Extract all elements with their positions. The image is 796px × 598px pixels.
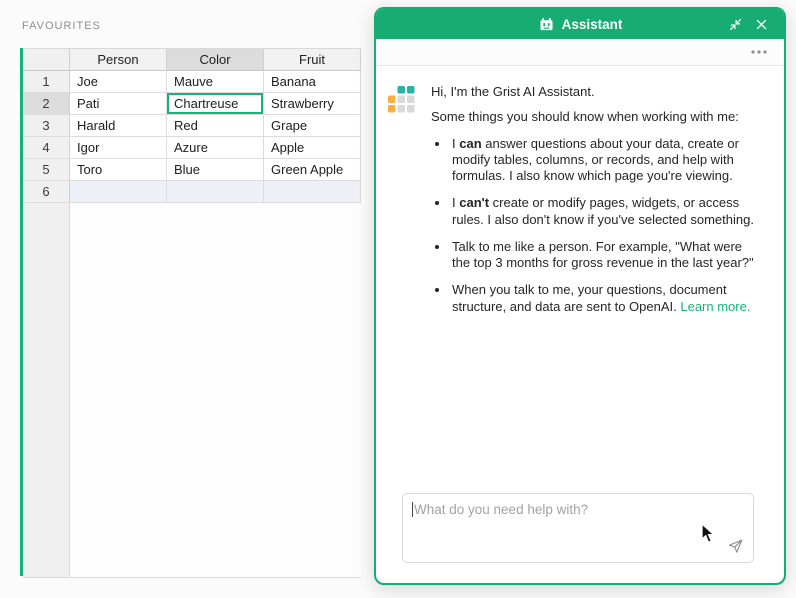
bullet-talk: Talk to me like a person. For example, "… (450, 239, 763, 272)
send-icon[interactable] (726, 537, 744, 555)
assistant-conversation: Hi, I'm the Grist AI Assistant. Some thi… (376, 66, 784, 583)
row-number[interactable]: 4 (23, 137, 70, 158)
column-header-color[interactable]: Color (167, 49, 264, 70)
cell-person[interactable] (70, 181, 167, 202)
bullet-bold: can't (459, 195, 490, 211)
intro-text: Some things you should know when working… (431, 109, 739, 125)
cell-fruit[interactable]: Green Apple (264, 159, 361, 180)
grid-left-accent-bar (20, 48, 23, 576)
grid-empty-area (23, 203, 361, 578)
corner-cell[interactable] (23, 49, 70, 70)
assistant-toolbar (376, 39, 784, 66)
cell-person[interactable]: Joe (70, 71, 167, 92)
text-caret (412, 502, 413, 517)
bullet-text: Talk to me like a person. For example, "… (452, 238, 754, 270)
bullet-openai: When you talk to me, your questions, doc… (450, 282, 763, 315)
cell-fruit[interactable]: Banana (264, 71, 361, 92)
view-title: FAVOURITES (22, 20, 101, 32)
row-number[interactable]: 6 (23, 181, 70, 202)
bullet-bold: can (459, 135, 482, 151)
collapse-icon[interactable] (724, 9, 746, 39)
assistant-header: Assistant (376, 9, 784, 39)
grist-logo (388, 86, 415, 326)
robot-icon (538, 16, 555, 33)
assistant-message-text: Hi, I'm the Grist AI Assistant. Some thi… (431, 84, 763, 326)
row-number[interactable]: 2 (23, 93, 70, 114)
bullet-text: answer questions about your data, create… (452, 135, 739, 184)
cell-fruit[interactable] (264, 181, 361, 202)
row-number[interactable]: 1 (23, 71, 70, 92)
greeting-text: Hi, I'm the Grist AI Assistant. (431, 84, 595, 99)
cell-fruit[interactable]: Apple (264, 137, 361, 158)
kebab-menu-icon[interactable] (750, 49, 768, 55)
cell-person[interactable]: Pati (70, 93, 167, 114)
selected-cell[interactable]: Chartreuse (167, 93, 264, 114)
grid-header-row: Person Color Fruit (23, 49, 361, 71)
learn-more-link[interactable]: Learn more. (680, 299, 750, 314)
table-row: 2 Pati Chartreuse Strawberry (23, 93, 361, 115)
cell-color[interactable]: Azure (167, 137, 264, 158)
chat-input[interactable] (403, 494, 753, 562)
add-row: 6 (23, 181, 361, 203)
cell-fruit[interactable]: Grape (264, 115, 361, 136)
cell-person[interactable]: Toro (70, 159, 167, 180)
data-grid: Person Color Fruit 1 Joe Mauve Banana 2 … (20, 48, 361, 578)
bullet-can: I can answer questions about your data, … (450, 136, 763, 185)
row-number-gutter (23, 203, 70, 577)
cell-person[interactable]: Igor (70, 137, 167, 158)
bullet-cant: I can't create or modify pages, widgets,… (450, 195, 763, 228)
assistant-panel: Assistant Hi, I'm the Grist AI Assistant… (374, 7, 786, 585)
cell-color[interactable]: Mauve (167, 71, 264, 92)
assistant-message: Hi, I'm the Grist AI Assistant. Some thi… (388, 84, 768, 326)
close-icon[interactable] (750, 9, 772, 39)
table-row: 3 Harald Red Grape (23, 115, 361, 137)
table-row: 1 Joe Mauve Banana (23, 71, 361, 93)
bullet-text: create or modify pages, widgets, or acce… (452, 195, 754, 227)
cell-person[interactable]: Harald (70, 115, 167, 136)
assistant-title: Assistant (561, 16, 623, 32)
row-number[interactable]: 3 (23, 115, 70, 136)
table-row: 4 Igor Azure Apple (23, 137, 361, 159)
cell-fruit[interactable]: Strawberry (264, 93, 361, 114)
info-bullets: I can answer questions about your data, … (431, 136, 763, 315)
column-header-fruit[interactable]: Fruit (264, 49, 361, 70)
cell-color[interactable]: Blue (167, 159, 264, 180)
cell-color[interactable] (167, 181, 264, 202)
cell-color[interactable]: Red (167, 115, 264, 136)
table-row: 5 Toro Blue Green Apple (23, 159, 361, 181)
row-number[interactable]: 5 (23, 159, 70, 180)
grid-blank-space (70, 203, 361, 577)
column-header-person[interactable]: Person (70, 49, 167, 70)
chat-input-box (402, 493, 754, 563)
